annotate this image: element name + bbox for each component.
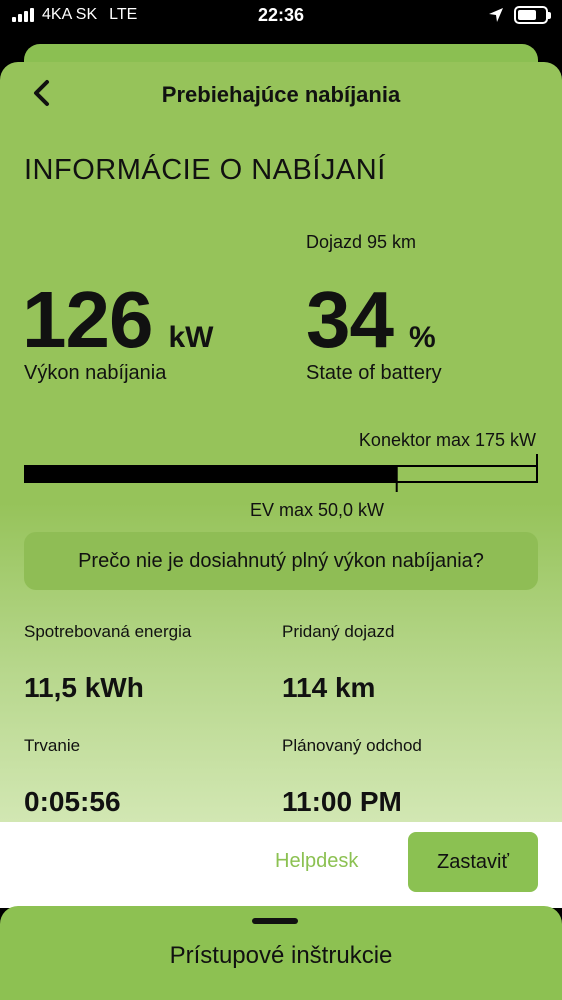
soc-unit: % bbox=[408, 321, 436, 354]
soc-caption: State of battery bbox=[306, 362, 442, 384]
drawer-label: Prístupové inštrukcie bbox=[169, 942, 393, 969]
nav-bar: Prebiehajúce nabíjania bbox=[0, 62, 562, 124]
access-instructions-drawer[interactable]: Prístupové inštrukcie bbox=[0, 906, 562, 1000]
power-bar-fill bbox=[24, 465, 397, 483]
action-row: Helpdesk Zastaviť bbox=[0, 822, 562, 908]
duration-label: Trvanie bbox=[24, 736, 81, 755]
helpdesk-link[interactable]: Helpdesk bbox=[275, 850, 358, 873]
stop-charging-button[interactable]: Zastaviť bbox=[408, 832, 538, 892]
added-range-label: Pridaný dojazd bbox=[282, 622, 395, 641]
energy-label: Spotrebovaná energia bbox=[24, 622, 192, 641]
power-caption: Výkon nabíjania bbox=[24, 362, 167, 384]
duration-value: 0:05:56 bbox=[24, 786, 121, 817]
status-bar: 4KA SK LTE 22:36 bbox=[0, 0, 562, 34]
page-title: Prebiehajúce nabíjania bbox=[161, 82, 401, 107]
range-label: Dojazd 95 km bbox=[306, 232, 417, 252]
section-title: INFORMÁCIE O NABÍJANÍ bbox=[24, 154, 386, 186]
connector-max-label: Konektor max 175 kW bbox=[358, 430, 536, 450]
battery-icon bbox=[514, 6, 551, 24]
power-value: 126 bbox=[22, 275, 153, 364]
power-readout: 126 kW bbox=[22, 274, 213, 366]
power-unit: kW bbox=[168, 321, 214, 354]
charging-sheet: Prebiehajúce nabíjania INFORMÁCIE O NABÍ… bbox=[0, 62, 562, 822]
soc-value: 34 bbox=[306, 275, 394, 364]
power-bar bbox=[24, 454, 538, 492]
drawer-handle[interactable] bbox=[252, 918, 298, 924]
status-right bbox=[488, 6, 551, 24]
energy-value: 11,5 kWh bbox=[24, 672, 144, 703]
soc-readout: 34 % bbox=[306, 274, 436, 366]
why-not-full-power-button[interactable]: Prečo nie je dosiahnutý plný výkon nabíj… bbox=[24, 532, 538, 590]
location-arrow-icon bbox=[489, 8, 503, 22]
departure-value: 11:00 PM bbox=[282, 786, 402, 817]
added-range-value: 114 km bbox=[282, 672, 376, 703]
battery-level bbox=[518, 10, 537, 20]
ev-max-label: EV max 50,0 kW bbox=[250, 500, 385, 520]
departure-label: Plánovaný odchod bbox=[282, 736, 422, 755]
status-time: 22:36 bbox=[257, 5, 305, 25]
